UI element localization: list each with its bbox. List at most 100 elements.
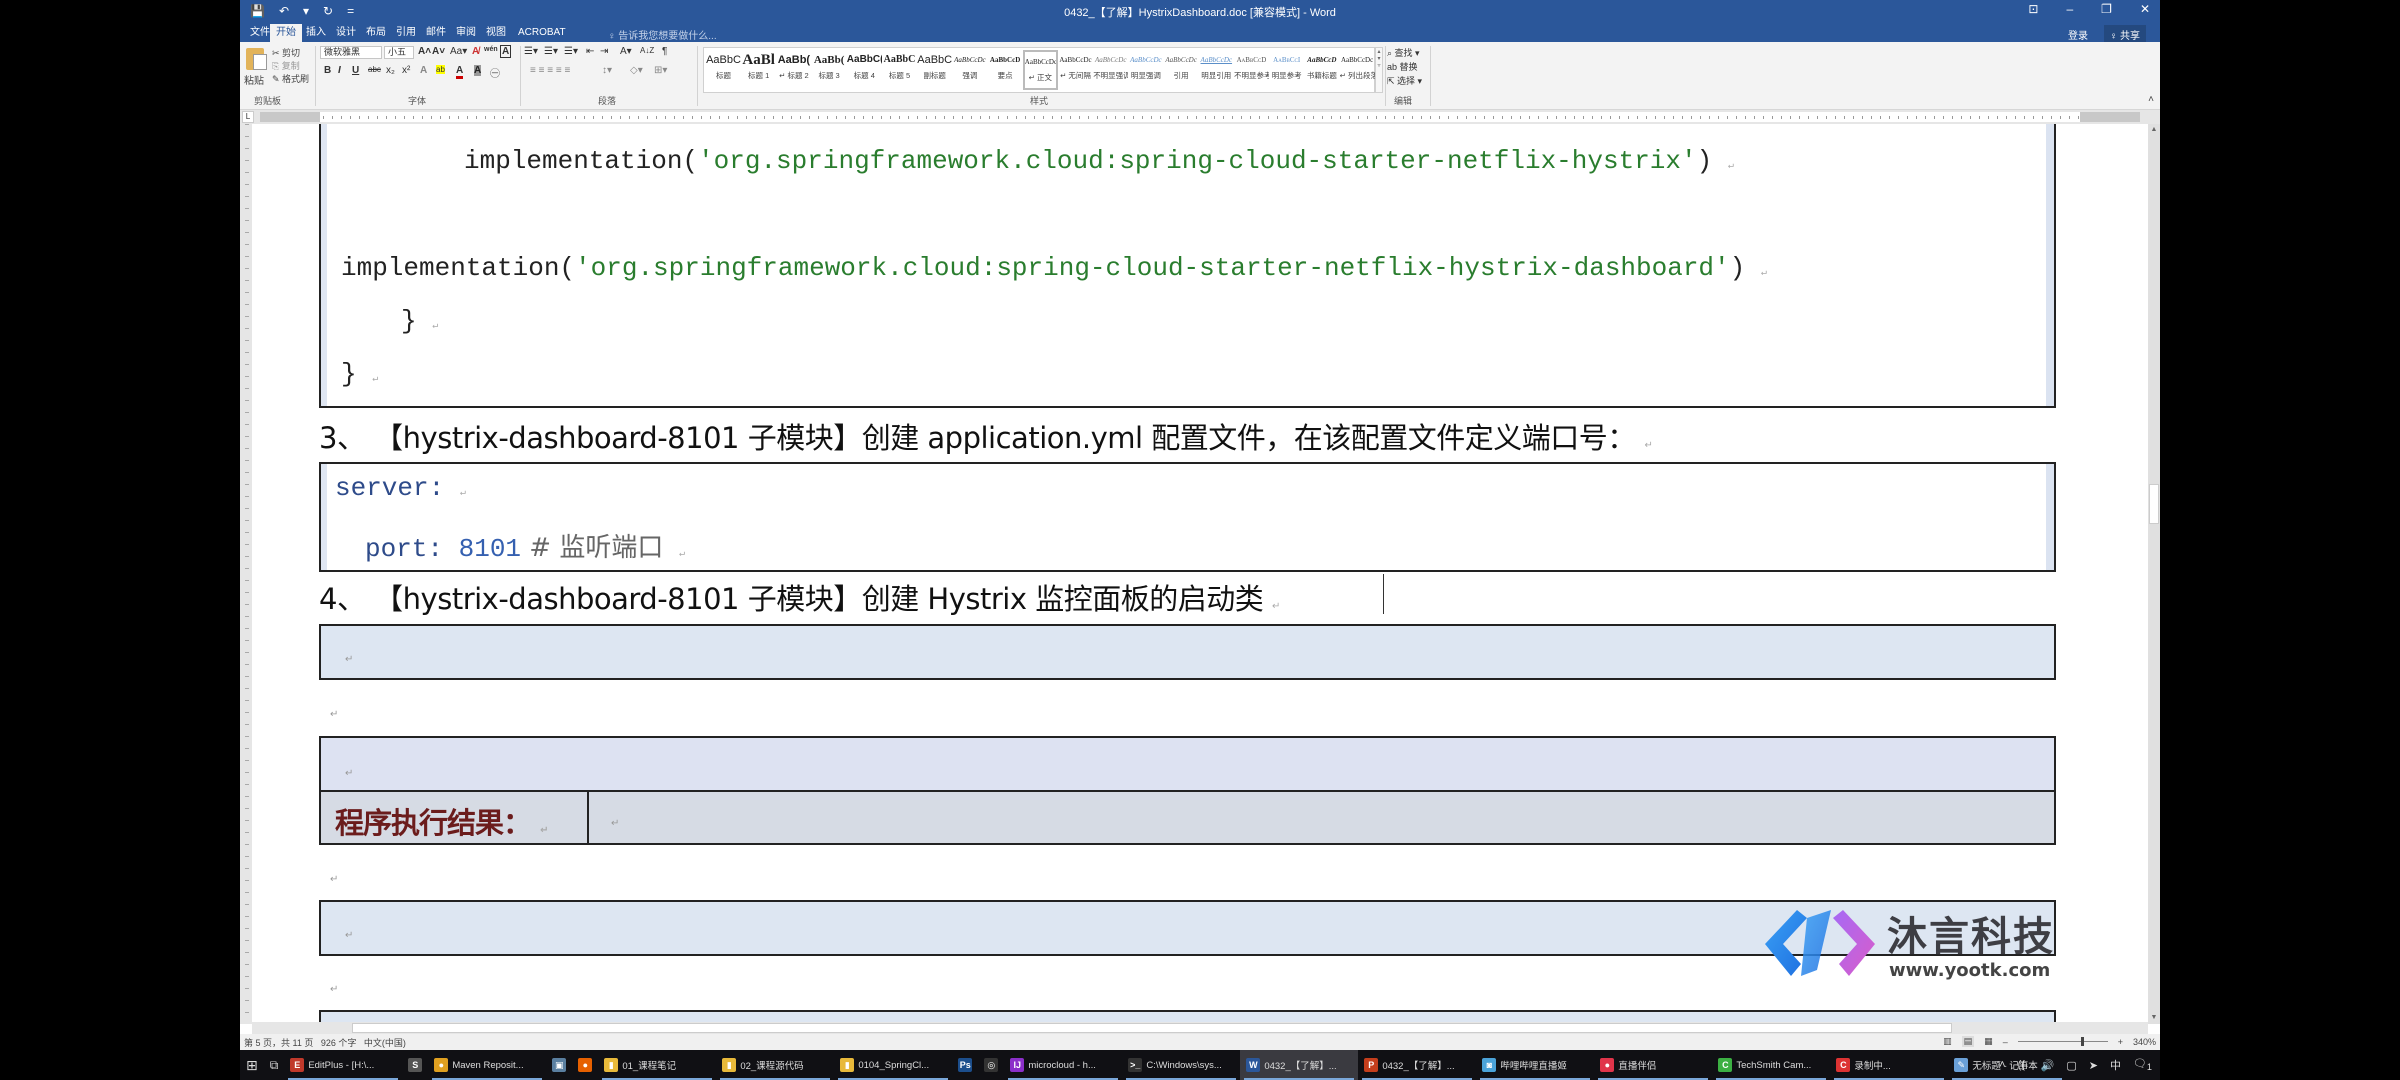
bold-button[interactable]: B <box>324 65 331 76</box>
start-button[interactable]: ⊞ <box>240 1050 264 1080</box>
phonetic-guide-button[interactable]: wén <box>484 46 498 53</box>
style-item[interactable]: AaBb(↵ 标题 2 <box>776 50 811 90</box>
multilevel-list-button[interactable]: ☰▾ <box>564 46 578 57</box>
style-item[interactable]: AaBl 标题 1 <box>741 50 776 90</box>
grow-font-button[interactable]: A˄ <box>418 46 431 57</box>
minimize-button[interactable]: – <box>2066 2 2073 16</box>
scrollbar-thumb[interactable] <box>2149 484 2159 524</box>
read-mode-icon[interactable]: ▥ <box>1943 1036 1952 1047</box>
taskbar-app[interactable]: ▮ 02_课程源代码 <box>716 1050 834 1080</box>
font-size-select[interactable]: 小五 <box>384 46 414 59</box>
send-icon[interactable]: ➤ <box>2089 1059 2098 1072</box>
shrink-font-button[interactable]: A˅ <box>432 46 445 57</box>
paste-button[interactable]: 粘贴 <box>244 72 264 87</box>
horizontal-ruler[interactable] <box>260 112 2140 122</box>
tab-selector[interactable]: L <box>242 111 254 123</box>
zoom-out-button[interactable]: – <box>2003 1037 2008 1047</box>
tab-view[interactable]: 视图 <box>480 24 512 42</box>
taskbar-app[interactable]: ● 直播伴侣 <box>1594 1050 1712 1080</box>
tab-acrobat[interactable]: ACROBAT <box>512 24 572 42</box>
restore-button[interactable]: ❐ <box>2101 2 2112 16</box>
ribbon-display-options-icon[interactable]: ⊡ <box>2028 2 2038 16</box>
borders-button[interactable]: ⊞▾ <box>654 65 667 76</box>
document-canvas[interactable]: implementation('org.springframework.clou… <box>252 124 2148 1024</box>
subscript-button[interactable]: x₂ <box>386 65 395 76</box>
format-painter-button[interactable]: ✎ 格式刷 <box>272 72 309 85</box>
clear-formatting-button[interactable]: A̸ <box>472 46 479 57</box>
replace-button[interactable]: ab 替换 <box>1387 60 1418 73</box>
tell-me-search[interactable]: ♀ 告诉我您想要做什么... <box>608 27 717 42</box>
tab-home[interactable]: 开始 <box>270 24 302 42</box>
scroll-up-icon[interactable]: ▲ <box>2148 124 2160 136</box>
network-icon[interactable]: ((· <box>2018 1059 2029 1071</box>
style-item[interactable]: AaBbC(标题 4 <box>847 50 882 90</box>
task-view-button[interactable]: ⧉ <box>264 1050 285 1080</box>
style-item[interactable]: AaBbCcDc 强调 <box>952 50 987 90</box>
style-item[interactable]: AaBbCcD 不明显参考 <box>1234 50 1269 90</box>
taskbar-app[interactable]: ◎ <box>978 1050 1004 1080</box>
character-border-button[interactable]: A <box>500 45 512 58</box>
style-item[interactable]: AaBb(标题 3 <box>812 50 847 90</box>
close-button[interactable]: ✕ <box>2140 2 2150 16</box>
enclose-characters-button[interactable]: ㊀ <box>490 65 500 80</box>
styles-gallery-scroll[interactable]: ▴ ▾ ▿ <box>1375 47 1383 93</box>
word-count[interactable]: 926 个字 <box>321 1038 357 1048</box>
taskbar-app[interactable]: P 0432_【了解】... <box>1358 1050 1476 1080</box>
taskbar-app[interactable]: C TechSmith Cam... <box>1712 1050 1830 1080</box>
print-layout-icon[interactable]: ▤ <box>1961 1036 1975 1047</box>
alignment-buttons[interactable]: ≡ ≡ ≡ ≡ ≡ <box>530 65 570 76</box>
paste-icon[interactable] <box>246 48 267 70</box>
shading-button[interactable]: ◇▾ <box>630 65 643 76</box>
text-effects-button[interactable]: A <box>420 65 427 76</box>
find-button[interactable]: ⌕ 查找 ▾ <box>1387 46 1420 59</box>
web-layout-icon[interactable]: ▦ <box>1984 1036 1993 1047</box>
volume-icon[interactable]: 🔊 <box>2041 1059 2055 1072</box>
tab-design[interactable]: 设计 <box>330 24 362 42</box>
taskbar-app[interactable]: W 0432_【了解】... <box>1240 1050 1359 1080</box>
copy-button[interactable]: ⎘ 复制 <box>272 59 300 72</box>
sort-button[interactable]: A↓Z <box>640 46 654 55</box>
horizontal-scrollbar[interactable] <box>252 1022 2148 1034</box>
character-shading-button[interactable]: A <box>474 65 482 76</box>
cut-button[interactable]: ✂ 剪切 <box>272 46 300 59</box>
taskbar-app[interactable]: S <box>402 1050 428 1080</box>
tab-mailings[interactable]: 邮件 <box>420 24 452 42</box>
taskbar-app[interactable]: >_ C:\Windows\sys... <box>1122 1050 1240 1080</box>
line-spacing-button[interactable]: ↕▾ <box>602 65 612 76</box>
style-item[interactable]: AaBbCcDc ↵ 正文 <box>1022 50 1058 90</box>
italic-button[interactable]: I <box>338 65 341 76</box>
language[interactable]: 中文(中国) <box>364 1038 406 1048</box>
scroll-down-icon[interactable]: ▼ <box>2148 1012 2160 1024</box>
show-formatting-marks-button[interactable]: ¶ <box>662 46 667 57</box>
style-item[interactable]: AaBbC 标题 <box>706 50 741 90</box>
notifications-icon[interactable]: 🗨1 <box>2133 1057 2152 1072</box>
style-item[interactable]: AaBbCcD 要点 <box>988 50 1023 90</box>
style-item[interactable]: AaBbCcD 书籍标题 <box>1304 50 1339 90</box>
chinese-layout-button[interactable]: A▾ <box>620 46 632 57</box>
taskbar-app[interactable]: IJ microcloud - h... <box>1004 1050 1122 1080</box>
taskbar-app[interactable]: ● Maven Reposit... <box>428 1050 546 1080</box>
tab-references[interactable]: 引用 <box>390 24 422 42</box>
page-count[interactable]: 第 5 页，共 11 页 <box>244 1038 313 1048</box>
numbering-button[interactable]: ☰▾ <box>544 46 558 57</box>
style-item[interactable]: AaBbCcDc ↵ 无间隔 <box>1058 50 1093 90</box>
style-item[interactable]: AaBbC 标题 5 <box>882 50 917 90</box>
code-block-empty[interactable]: ↵ <box>319 736 2056 792</box>
taskbar-app[interactable]: Ps <box>952 1050 978 1080</box>
change-case-button[interactable]: Aa▾ <box>450 46 467 57</box>
decrease-indent-button[interactable]: ⇤ <box>586 46 594 57</box>
style-item[interactable]: AaBbCcI 明显参考 <box>1269 50 1304 90</box>
tray-overflow-icon[interactable]: ˄ <box>1999 1059 2005 1071</box>
taskbar-app[interactable]: E EditPlus - [H:\... <box>284 1050 402 1080</box>
increase-indent-button[interactable]: ⇥ <box>600 46 608 57</box>
taskbar-app[interactable]: C 录制中... <box>1830 1050 1948 1080</box>
style-item[interactable]: AaBbCcDc ↵ 列出段落 <box>1340 50 1375 90</box>
taskbar-app[interactable]: ▮ 01_课程笔记 <box>598 1050 716 1080</box>
tab-insert[interactable]: 插入 <box>300 24 332 42</box>
strikethrough-button[interactable]: abc <box>368 65 381 74</box>
superscript-button[interactable]: x² <box>402 65 410 76</box>
font-name-select[interactable]: 微软雅黑 <box>320 46 382 59</box>
highlight-button[interactable]: ab <box>436 65 445 74</box>
style-item[interactable]: AaBbC 副标题 <box>917 50 952 90</box>
zoom-level[interactable]: 340% <box>2133 1037 2156 1047</box>
